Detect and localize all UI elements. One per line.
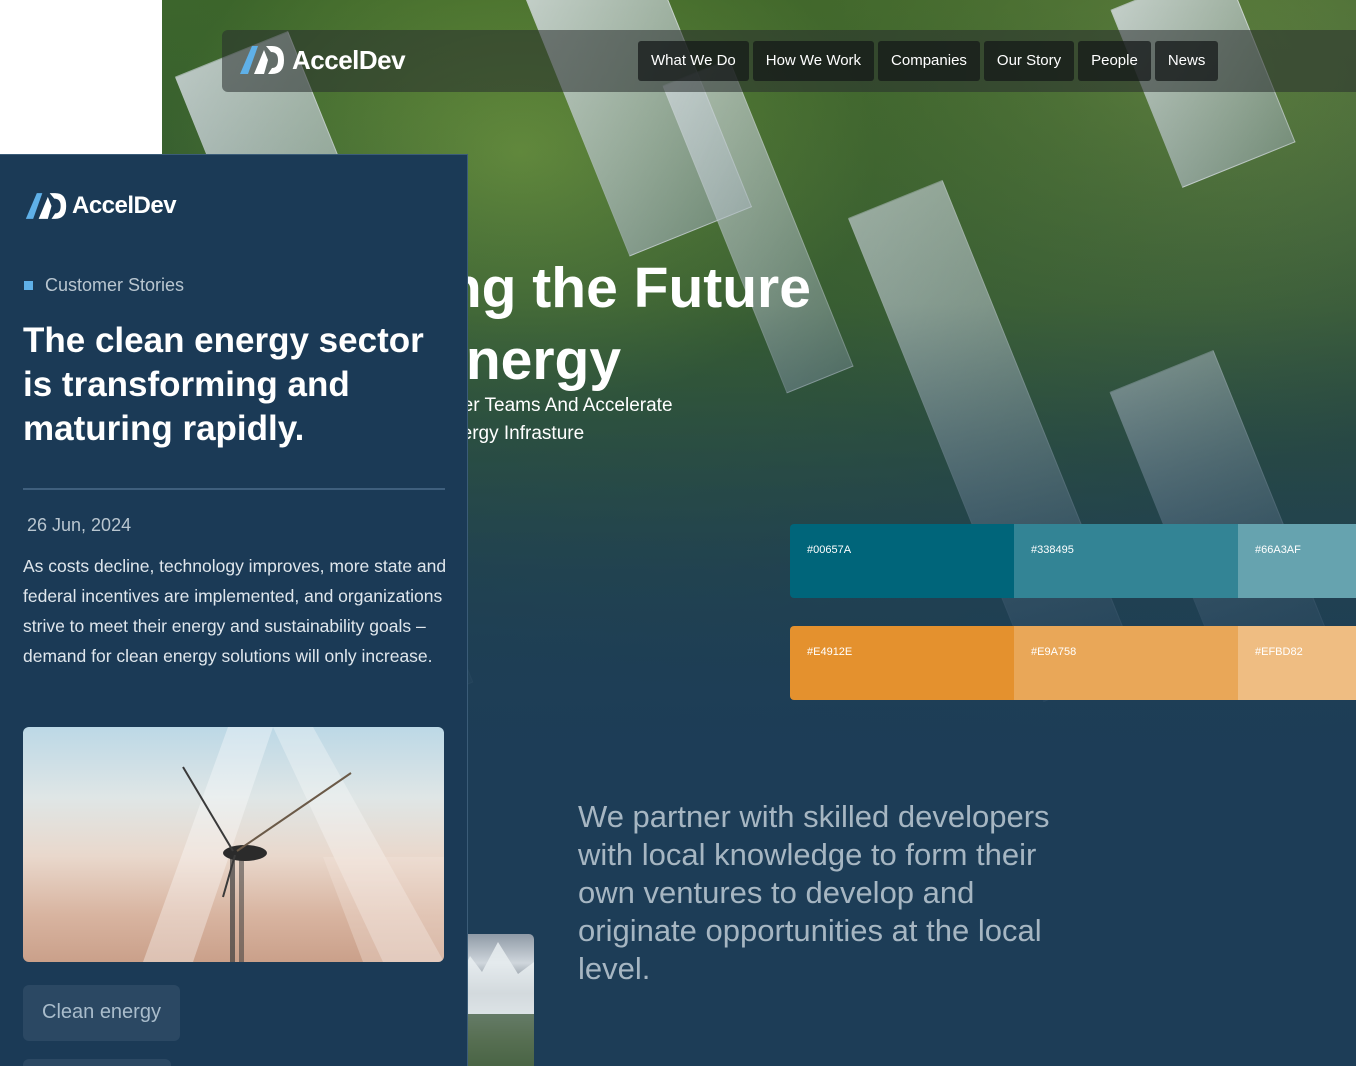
acceldev-logo-icon <box>240 46 284 74</box>
color-swatch: #338495 <box>1014 524 1238 598</box>
tag-secondary[interactable] <box>23 1059 171 1066</box>
story-body: As costs decline, technology improves, m… <box>23 556 447 666</box>
color-swatch: #66A3AF <box>1238 524 1356 598</box>
color-swatch: #E4912E <box>790 626 1014 700</box>
card-logo[interactable]: AccelDev <box>24 191 177 221</box>
color-swatch: #00657A <box>790 524 1014 598</box>
story-title: The clean energy sector is transforming … <box>23 321 424 448</box>
color-swatch: #EFBD82 <box>1238 626 1356 700</box>
site-logo-text: AccelDev <box>292 44 406 75</box>
partner-statement: We partner with skilled developers with … <box>578 799 1050 986</box>
color-palette-row-orange: #E4912E #E9A758 #EFBD82 <box>790 626 1356 700</box>
divider <box>23 488 445 490</box>
category-square-icon <box>24 281 33 290</box>
hero-title-line-2: Energy <box>412 328 622 392</box>
card-logo-text: AccelDev <box>72 192 177 219</box>
site-logo[interactable]: AccelDev <box>238 44 406 76</box>
nav-people[interactable]: People <box>1078 41 1151 81</box>
nav-companies[interactable]: Companies <box>878 41 980 81</box>
nav-our-story[interactable]: Our Story <box>983 41 1075 81</box>
nav-news[interactable]: News <box>1154 41 1219 81</box>
color-palette-row-blue: #00657A #338495 #66A3AF <box>790 524 1356 598</box>
story-date: 26 Jun, 2024 <box>27 515 132 535</box>
tag-clean-energy[interactable]: Clean energy <box>23 985 180 1041</box>
category-text: Customer Stories <box>45 275 185 295</box>
wind-turbine-image <box>23 727 444 962</box>
top-navbar: AccelDev What We Do How We Work Companie… <box>222 30 1356 92</box>
wind-turbine-icon <box>143 727 444 962</box>
nav-what-we-do[interactable]: What We Do <box>638 41 749 81</box>
nav-menu: What We Do How We Work Companies Our Sto… <box>638 41 1219 81</box>
hero-title: ting the Future Energy <box>412 252 811 396</box>
acceldev-logo-icon <box>25 193 67 219</box>
color-swatch: #E9A758 <box>1014 626 1238 700</box>
nav-how-we-work[interactable]: How We Work <box>752 41 875 81</box>
customer-story-card: AccelDev Customer Stories The clean ener… <box>0 154 468 1066</box>
hero-title-line-1: ting the Future <box>412 256 811 320</box>
category-label: Customer Stories <box>24 275 184 296</box>
